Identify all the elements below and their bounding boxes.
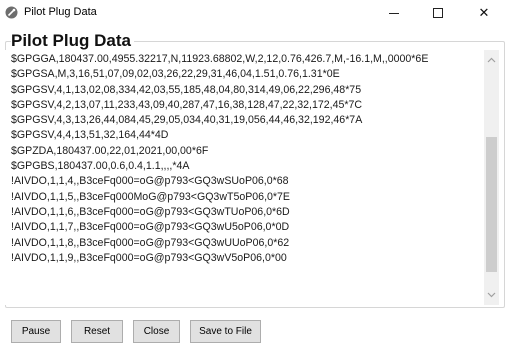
- pause-button[interactable]: Pause: [11, 320, 61, 343]
- log-textbox[interactable]: $GPGGA,180437.00,4955.32217,N,11923.6880…: [5, 50, 499, 305]
- scroll-thumb[interactable]: [486, 137, 497, 272]
- log-line: !AIVDO,1,1,9,,B3ceFq000=oG@p793<GQ3wV5oP…: [11, 251, 287, 264]
- maximize-icon: [433, 8, 443, 18]
- log-line: $GPGGA,180437.00,4955.32217,N,11923.6880…: [11, 53, 429, 65]
- title-bar: Pilot Plug Data ✕: [0, 0, 509, 26]
- minimize-button[interactable]: [372, 0, 416, 26]
- chevron-down-icon: [487, 292, 496, 298]
- scroll-up-button[interactable]: [484, 52, 499, 68]
- log-line: $GPGSA,M,3,16,51,07,09,02,03,26,22,29,31…: [11, 68, 340, 81]
- log-line: $GPGSV,4,3,13,26,44,084,45,29,05,034,40,…: [11, 114, 363, 127]
- log-line: !AIVDO,1,1,7,,B3ceFq000=oG@p793<GQ3wU5oP…: [11, 221, 290, 234]
- maximize-button[interactable]: [416, 0, 460, 26]
- close-button[interactable]: Close: [133, 320, 180, 343]
- log-line: $GPZDA,180437.00,22,01,2021,00,00*6F: [11, 144, 209, 157]
- close-icon: ✕: [478, 5, 490, 20]
- chevron-up-icon: [487, 57, 496, 63]
- log-line: !AIVDO,1,1,4,,B3ceFq000=oG@p793<GQ3wSUoP…: [11, 175, 289, 188]
- app-icon: [5, 6, 18, 19]
- log-line: $GPGSV,4,4,13,51,32,164,44*4D: [11, 129, 169, 142]
- log-line: $GPGBS,180437.00,0.6,0.4,1.1,,,,*4A: [11, 160, 190, 173]
- close-window-button[interactable]: ✕: [462, 0, 506, 26]
- log-line: $GPGSV,4,1,13,02,08,334,42,03,55,185,48,…: [11, 83, 362, 96]
- log-line: $GPGSV,4,2,13,07,11,233,43,09,40,287,47,…: [11, 98, 363, 111]
- reset-button[interactable]: Reset: [71, 320, 123, 343]
- save-to-file-button[interactable]: Save to File: [190, 320, 261, 343]
- log-line: !AIVDO,1,1,6,,B3ceFq000=oG@p793<GQ3wTUoP…: [11, 205, 290, 218]
- log-line: !AIVDO,1,1,5,,B3ceFq000MoG@p793<GQ3wT5oP…: [11, 190, 290, 203]
- log-lines: $GPGGA,180437.00,4955.32217,N,11923.6880…: [11, 52, 481, 266]
- scroll-down-button[interactable]: [484, 287, 499, 303]
- panel-heading: Pilot Plug Data: [11, 31, 134, 51]
- vertical-scrollbar[interactable]: [484, 50, 499, 305]
- window-title: Pilot Plug Data: [24, 6, 97, 18]
- log-line: !AIVDO,1,1,8,,B3ceFq000=oG@p793<GQ3wUUoP…: [11, 236, 290, 249]
- minimize-icon: [389, 12, 399, 14]
